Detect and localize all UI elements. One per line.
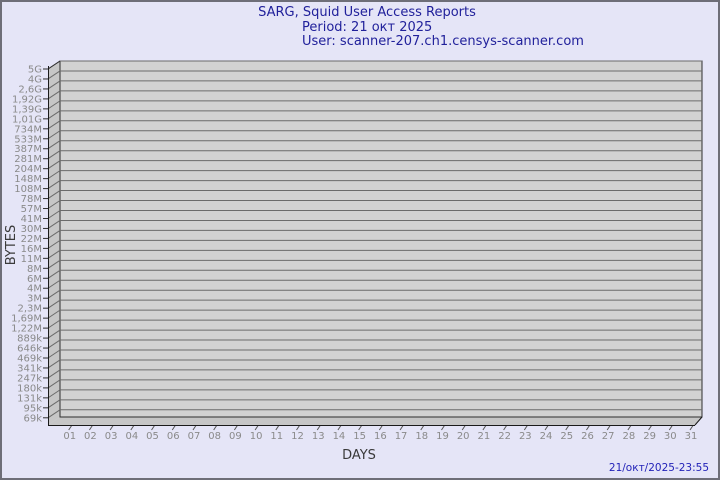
x-tick-mark: [254, 425, 259, 431]
x-tick-mark: [482, 425, 487, 431]
x-tick-label: 04: [125, 431, 138, 442]
x-tick-label: 30: [664, 431, 677, 442]
x-tick-mark: [523, 425, 528, 431]
x-tick-mark: [503, 425, 508, 431]
x-tick-mark: [68, 425, 73, 431]
x-tick-label: 14: [333, 431, 346, 442]
x-tick-mark: [565, 425, 570, 431]
x-ticks: [68, 425, 694, 431]
x-tick-mark: [192, 425, 197, 431]
x-tick-mark: [213, 425, 218, 431]
x-tick-mark: [378, 425, 383, 431]
plot-area: [59, 60, 703, 418]
x-tick-mark: [648, 425, 652, 431]
x-tick-label: 21: [478, 431, 491, 442]
sarg-report-page: SARG, Squid User Access Reports Period: …: [0, 0, 720, 480]
x-tick-mark: [171, 425, 176, 431]
x-tick-label: 17: [395, 431, 408, 442]
x-tick-mark: [337, 425, 342, 431]
x-tick-label: 06: [167, 431, 180, 442]
x-tick-mark: [275, 425, 280, 431]
x-tick-mark: [316, 425, 321, 431]
x-tick-mark: [399, 425, 404, 431]
x-tick-label: 05: [146, 431, 159, 442]
x-tick-mark: [606, 425, 611, 431]
x-tick-label: 29: [643, 431, 656, 442]
chart-floor: [48, 417, 702, 425]
x-tick-mark: [586, 425, 590, 431]
x-axis-title: DAYS: [342, 448, 376, 463]
x-tick-label: 31: [685, 431, 698, 442]
x-tick-mark: [88, 425, 93, 431]
x-tick-mark: [358, 425, 363, 431]
x-tick-label: 07: [188, 431, 201, 442]
x-tick-label: 09: [229, 431, 242, 442]
bytes-days-chart: 5G4G2,6G1,92G1,39G1,01G734M533M387M281M2…: [4, 60, 709, 474]
y-axis-title: BYTES: [4, 225, 19, 266]
x-tick-label: 27: [602, 431, 615, 442]
x-tick-label: 28: [623, 431, 636, 442]
x-tick-mark: [668, 425, 673, 431]
x-tick-label: 10: [250, 431, 263, 442]
x-tick-label: 22: [498, 431, 511, 442]
x-tick-label: 18: [415, 431, 428, 442]
x-tick-mark: [627, 425, 632, 431]
x-tick-mark: [420, 425, 425, 431]
y-tick-label: 69k: [23, 413, 42, 424]
x-tick-label: 24: [540, 431, 553, 442]
x-tick-label: 12: [291, 431, 304, 442]
x-tick-label: 11: [270, 431, 283, 442]
x-tick-label: 25: [560, 431, 573, 442]
x-tick-label: 13: [312, 431, 325, 442]
x-tick-mark: [689, 425, 694, 431]
x-tick-label: 20: [457, 431, 470, 442]
x-tick-mark: [109, 425, 114, 431]
x-tick-labels: 01 02 03 04 05 06 07 08 09 10 11 12 13 14 15 16 17 18 19 20…: [63, 431, 697, 442]
x-tick-label: 15: [353, 431, 366, 442]
x-tick-label: 02: [84, 431, 97, 442]
x-tick-mark: [544, 425, 549, 431]
report-timestamp: 21/окт/2025-23:55: [609, 462, 709, 474]
x-tick-label: 01: [63, 431, 76, 442]
x-tick-label: 16: [374, 431, 387, 442]
x-tick-mark: [296, 425, 300, 431]
x-tick-mark: [461, 425, 466, 431]
x-tick-mark: [151, 425, 155, 431]
x-tick-mark: [233, 425, 238, 431]
x-tick-mark: [130, 425, 135, 431]
x-tick-label: 08: [208, 431, 221, 442]
x-tick-label: 03: [105, 431, 118, 442]
x-tick-label: 23: [519, 431, 532, 442]
x-tick-mark: [441, 425, 445, 431]
chart-left-wall: [48, 61, 60, 425]
x-tick-label: 19: [436, 431, 449, 442]
x-tick-label: 26: [581, 431, 594, 442]
